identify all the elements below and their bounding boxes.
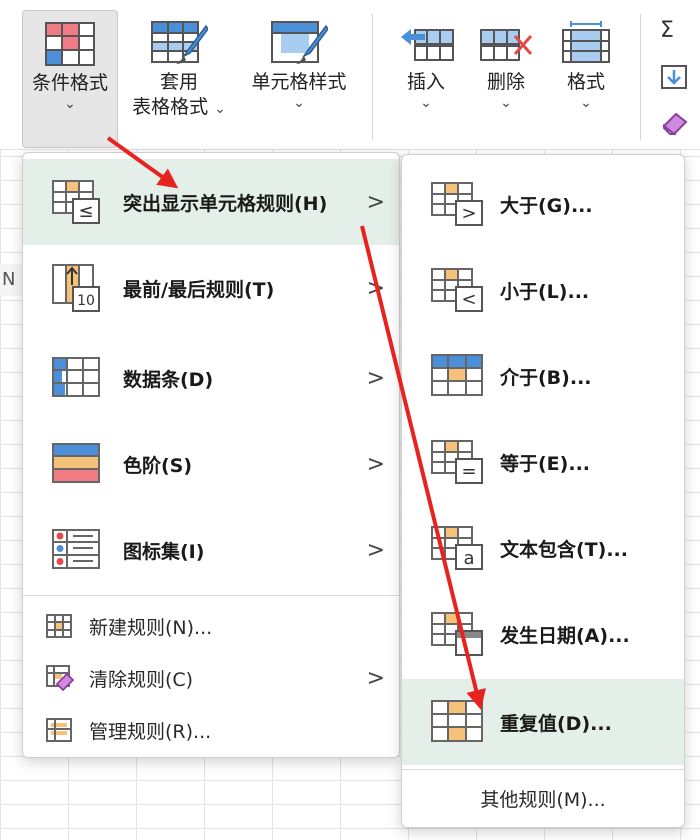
chevron-down-icon: ⌄ bbox=[64, 96, 76, 112]
format-as-table-label-line1: 套用 bbox=[159, 71, 198, 93]
menu-item-label: 清除规则(C) bbox=[89, 668, 194, 691]
top-bottom-rules-icon: 10 bbox=[52, 264, 100, 312]
menu-item-new-rule[interactable]: 新建规则(N)... bbox=[23, 599, 399, 653]
submenu-item-less-than[interactable]: < 小于(L)... bbox=[402, 247, 684, 333]
svg-text:10: 10 bbox=[77, 293, 95, 309]
highlight-cells-rules-icon: ≤ bbox=[52, 180, 100, 224]
chevron-down-icon: ⌄ bbox=[293, 95, 305, 111]
menu-item-label: 色阶(S) bbox=[123, 454, 193, 477]
chevron-down-icon: ⌄ bbox=[420, 95, 432, 111]
menu-item-label: 数据条(D) bbox=[123, 368, 214, 391]
svg-text:=: = bbox=[461, 461, 476, 482]
svg-text:>: > bbox=[461, 203, 476, 224]
menu-item-data-bars[interactable]: 数据条(D) > bbox=[23, 335, 399, 421]
menu-item-icon-sets[interactable]: 图标集(I) > bbox=[23, 507, 399, 593]
submenu-item-duplicate-values[interactable]: 重复值(D)... bbox=[402, 679, 684, 765]
chevron-right-icon: > bbox=[366, 189, 385, 215]
ribbon-group-divider bbox=[372, 14, 373, 140]
menu-item-label: 突出显示单元格规则(H) bbox=[123, 192, 328, 215]
conditional-format-button[interactable]: 条件格式 ⌄ bbox=[22, 10, 118, 148]
format-icon bbox=[562, 21, 610, 63]
submenu-item-label: 文本包含(T)... bbox=[500, 538, 628, 561]
equal-to-icon: = bbox=[431, 440, 483, 484]
conditional-format-label: 条件格式 bbox=[31, 72, 108, 94]
submenu-item-label: 重复值(D)... bbox=[500, 712, 612, 735]
chevron-right-icon: > bbox=[366, 451, 385, 477]
column-header-n[interactable]: N bbox=[0, 264, 24, 296]
chevron-down-icon: ⌄ bbox=[500, 95, 512, 111]
greater-than-icon: > bbox=[431, 182, 483, 226]
submenu-item-label: 小于(L)... bbox=[500, 280, 590, 303]
data-bars-icon bbox=[52, 357, 100, 397]
insert-button[interactable]: 插入 ⌄ bbox=[388, 10, 464, 148]
table-format-icon bbox=[151, 21, 208, 64]
format-as-table-button[interactable]: 套用 表格格式 ⌄ bbox=[120, 10, 238, 148]
chevron-down-icon: ⌄ bbox=[580, 95, 592, 111]
manage-rules-icon bbox=[46, 718, 72, 742]
fill-down-icon[interactable] bbox=[660, 64, 688, 90]
delete-label: 删除 bbox=[486, 71, 525, 93]
menu-item-label: 新建规则(N)... bbox=[89, 616, 213, 639]
svg-text:≤: ≤ bbox=[78, 201, 93, 222]
submenu-item-text-contains[interactable]: a 文本包含(T)... bbox=[402, 505, 684, 591]
chevron-right-icon: > bbox=[366, 665, 385, 691]
submenu-item-label: 大于(G)... bbox=[500, 194, 593, 217]
format-button[interactable]: 格式 ⌄ bbox=[548, 10, 624, 148]
date-occurring-icon bbox=[431, 612, 483, 656]
format-as-table-label-line2: 表格格式 bbox=[132, 96, 209, 118]
conditional-format-icon bbox=[45, 22, 95, 66]
format-label: 格式 bbox=[566, 71, 605, 93]
conditional-format-menu: ≤ 突出显示单元格规则(H) > 10 最前/最后规则(T) > 数据条(D) … bbox=[22, 152, 400, 758]
cell-style-icon bbox=[271, 21, 328, 64]
menu-item-clear-rules[interactable]: 清除规则(C) > bbox=[23, 651, 399, 705]
chevron-right-icon: > bbox=[366, 537, 385, 563]
submenu-item-other-rules[interactable]: 其他规则(M)... bbox=[402, 785, 684, 812]
clear-rules-icon bbox=[46, 665, 75, 692]
menu-item-top-bottom-rules[interactable]: 10 最前/最后规则(T) > bbox=[23, 245, 399, 331]
submenu-item-date-occurring[interactable]: 发生日期(A)... bbox=[402, 591, 684, 677]
chevron-right-icon: > bbox=[366, 365, 385, 391]
submenu-item-label: 发生日期(A)... bbox=[500, 624, 630, 647]
submenu-item-between[interactable]: 介于(B)... bbox=[402, 333, 684, 419]
menu-divider bbox=[23, 595, 399, 596]
submenu-item-label: 介于(B)... bbox=[500, 366, 592, 389]
icon-sets-icon bbox=[52, 529, 100, 569]
svg-text:<: < bbox=[461, 289, 476, 310]
highlight-cells-rules-submenu: > 大于(G)... < 小于(L)... 介于(B)... = 等于(E)..… bbox=[401, 154, 685, 828]
cell-styles-button[interactable]: 单元格样式 ⌄ bbox=[240, 10, 358, 148]
color-scales-icon bbox=[52, 443, 100, 483]
menu-item-label: 最前/最后规则(T) bbox=[123, 278, 275, 301]
submenu-item-equal-to[interactable]: = 等于(E)... bbox=[402, 419, 684, 505]
menu-item-label: 图标集(I) bbox=[123, 540, 205, 563]
menu-item-manage-rules[interactable]: 管理规则(R)... bbox=[23, 703, 399, 757]
text-contains-icon: a bbox=[431, 526, 483, 570]
eraser-icon[interactable] bbox=[660, 110, 690, 136]
menu-item-label: 管理规则(R)... bbox=[89, 720, 212, 743]
cell-styles-label: 单元格样式 bbox=[251, 71, 347, 93]
ribbon-group-divider bbox=[640, 14, 641, 140]
less-than-icon: < bbox=[431, 268, 483, 312]
insert-icon bbox=[401, 29, 454, 61]
insert-label: 插入 bbox=[406, 71, 445, 93]
menu-divider bbox=[402, 769, 684, 770]
delete-icon bbox=[480, 29, 533, 61]
submenu-item-label: 等于(E)... bbox=[500, 452, 590, 475]
menu-item-color-scales[interactable]: 色阶(S) > bbox=[23, 421, 399, 507]
submenu-item-greater-than[interactable]: > 大于(G)... bbox=[402, 161, 684, 247]
sum-icon[interactable]: Σ bbox=[660, 18, 674, 43]
ribbon: 条件格式 ⌄ 套用 表格格式 ⌄ 单元格样式 ⌄ 插入 ⌄ 删除 ⌄ 格式 ⌄ … bbox=[0, 0, 700, 150]
between-icon bbox=[431, 354, 483, 396]
svg-text:a: a bbox=[463, 548, 474, 569]
chevron-right-icon: > bbox=[366, 275, 385, 301]
chevron-down-icon: ⌄ bbox=[214, 101, 226, 117]
delete-button[interactable]: 删除 ⌄ bbox=[468, 10, 544, 148]
duplicate-values-icon bbox=[431, 700, 483, 742]
new-rule-icon bbox=[46, 614, 72, 638]
format-as-table-label-line2-wrap: 表格格式 ⌄ bbox=[132, 95, 226, 120]
menu-item-highlight-cells-rules[interactable]: ≤ 突出显示单元格规则(H) > bbox=[23, 159, 399, 245]
